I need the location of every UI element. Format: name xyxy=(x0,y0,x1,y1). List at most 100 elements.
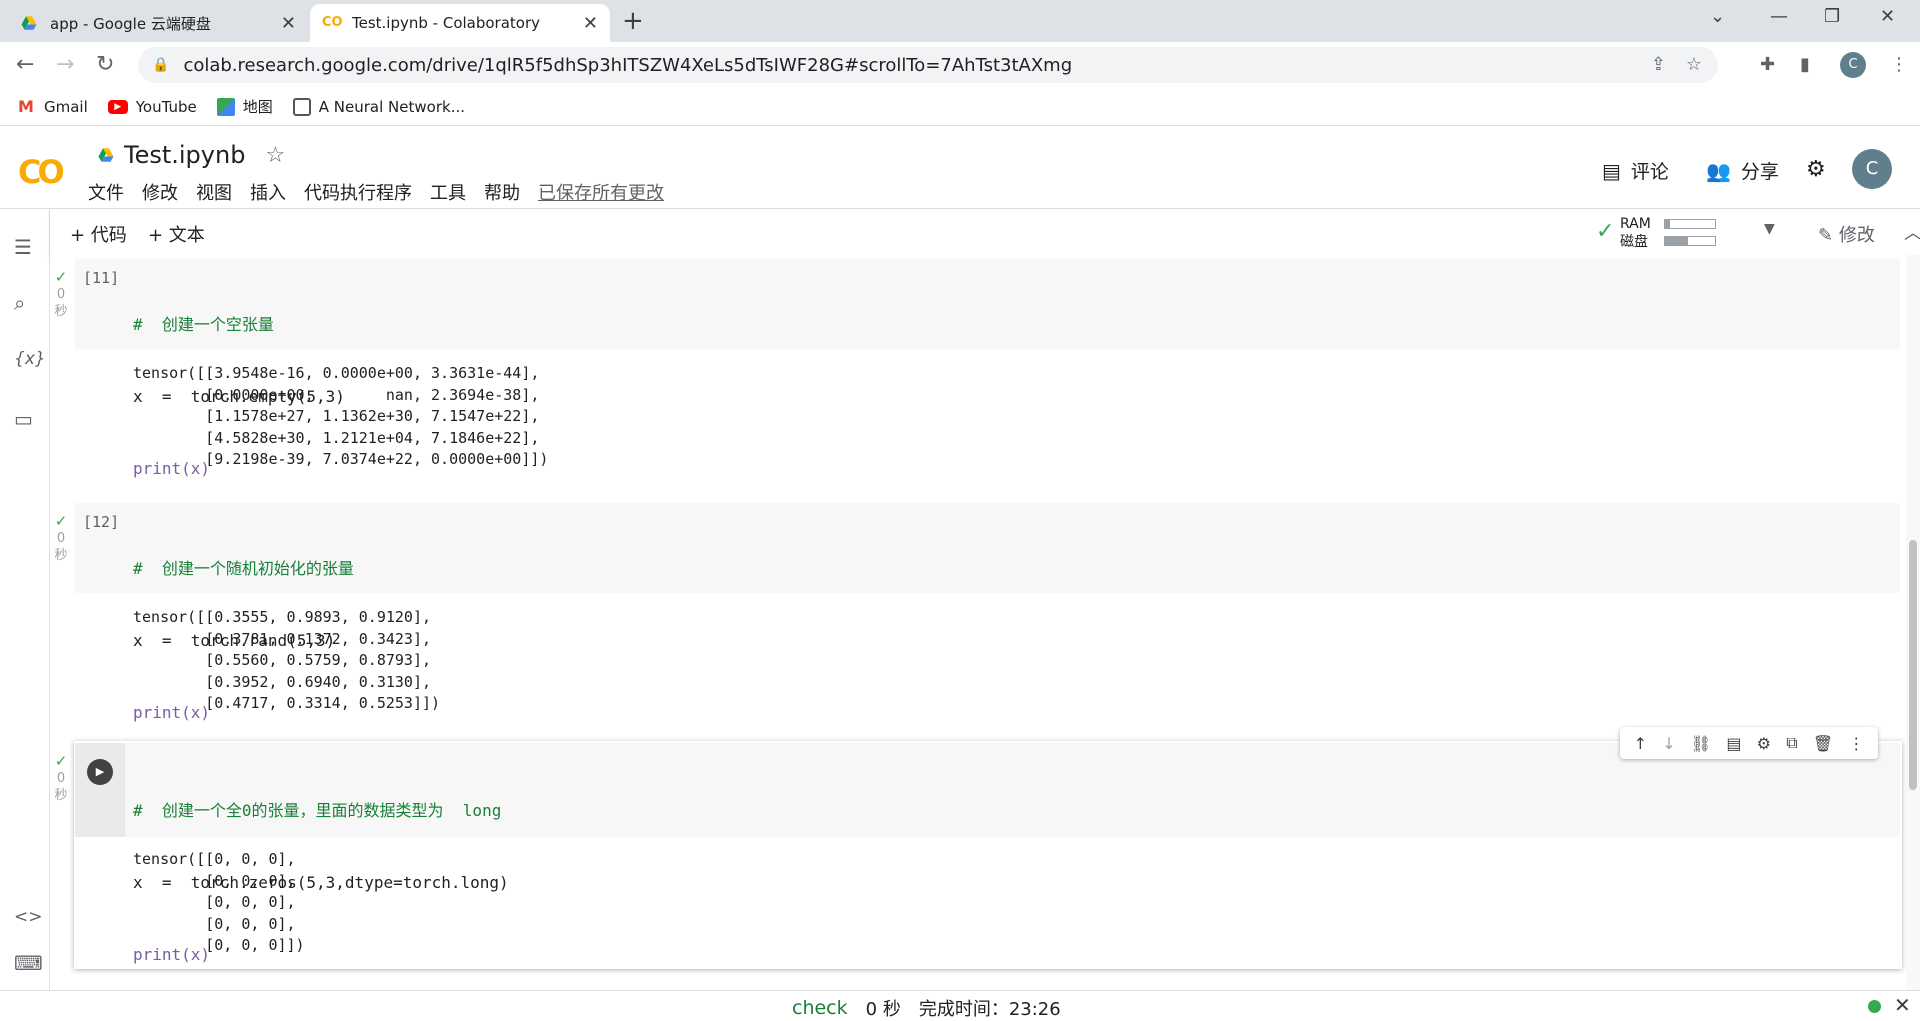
execution-count: [12] xyxy=(83,513,120,531)
settings-gear-icon[interactable]: ⚙ xyxy=(1757,734,1771,753)
bookmark-maps[interactable]: 地图 xyxy=(216,96,273,117)
ram-usage-bar xyxy=(1665,219,1670,228)
notebook-toolbar: + 代码 + 文本 ✓ RAM 磁盘 ▼ ✎ 修改 ︿ xyxy=(50,209,1920,255)
notebook-cells: ✓ 0 秒 [11] # 创建一个空张量 x = torch.empty(5,3… xyxy=(50,255,1906,990)
menu-tools[interactable]: 工具 xyxy=(430,179,466,205)
resource-monitor[interactable]: RAM 磁盘 xyxy=(1620,215,1716,250)
command-palette-icon[interactable]: ⌨ xyxy=(14,951,43,975)
restore-icon[interactable]: ❐ xyxy=(1824,6,1840,27)
tab-search-icon[interactable]: ⌄ xyxy=(1710,6,1725,27)
bookmark-youtube[interactable]: ▶ YouTube xyxy=(107,97,197,116)
add-text-button[interactable]: + 文本 xyxy=(148,221,205,247)
menu-help[interactable]: 帮助 xyxy=(484,179,520,205)
share-label: 分享 xyxy=(1740,161,1779,183)
tab-google-drive[interactable]: app - Google 云端硬盘 ✕ xyxy=(8,4,308,42)
settings-gear-icon[interactable]: ⚙ xyxy=(1806,157,1826,182)
new-tab-icon[interactable]: + xyxy=(622,6,644,36)
disk-label: 磁盘 xyxy=(1620,233,1648,250)
comment-icon[interactable]: ▤ xyxy=(1726,734,1741,753)
link-icon[interactable]: ⛓ xyxy=(1691,734,1711,753)
bookmark-label: YouTube xyxy=(135,97,197,116)
side-panel-icon[interactable]: ▮ xyxy=(1800,54,1810,75)
code-editor[interactable] xyxy=(75,259,1900,349)
address-bar[interactable]: 🔒 colab.research.google.com/drive/1qlR5f… xyxy=(138,47,1718,83)
files-folder-icon[interactable]: ▭ xyxy=(14,407,33,431)
code-cell[interactable]: ✓ 0 秒 [11] # 创建一个空张量 x = torch.empty(5,3… xyxy=(50,255,1906,495)
move-up-icon[interactable]: ↑ xyxy=(1634,734,1647,753)
comment-button[interactable]: ▤ 评论 xyxy=(1602,157,1669,184)
bookmark-star-icon[interactable]: ☆ xyxy=(1686,54,1702,75)
chevron-down-icon[interactable]: ▼ xyxy=(1764,221,1775,237)
reload-icon[interactable]: ↻ xyxy=(96,52,114,77)
chevron-up-icon[interactable]: ︿ xyxy=(1904,219,1920,245)
browser-menu-icon[interactable]: ⋮ xyxy=(1890,54,1908,75)
url-text: colab.research.google.com/drive/1qlR5f5d… xyxy=(183,54,1073,76)
add-code-button[interactable]: + 代码 xyxy=(70,221,127,247)
code-comment: # 创建一个随机初始化的张量 xyxy=(133,559,354,578)
exec-unit: 秒 xyxy=(54,788,68,803)
run-cell-button[interactable]: ▶ xyxy=(87,759,113,785)
cell-output: tensor([[0, 0, 0], [0, 0, 0], [0, 0, 0],… xyxy=(133,850,305,955)
check-icon: ✓ xyxy=(54,268,68,286)
left-sidebar: ☰ ⌕ {x} ▭ <> ⌨ xyxy=(0,209,50,990)
saved-status[interactable]: 已保存所有更改 xyxy=(538,179,664,205)
execution-count: [11] xyxy=(83,269,120,287)
move-down-icon[interactable]: ↓ xyxy=(1662,734,1675,753)
menu-bar: 文件 修改 视图 插入 代码执行程序 工具 帮助 已保存所有更改 xyxy=(88,179,682,205)
minimize-icon[interactable]: — xyxy=(1770,6,1788,27)
edit-mode-button[interactable]: ✎ 修改 xyxy=(1818,221,1875,247)
table-of-contents-icon[interactable]: ☰ xyxy=(14,235,32,259)
browser-profile-avatar[interactable]: C xyxy=(1840,52,1866,78)
more-options-icon[interactable]: ⋮ xyxy=(1848,734,1864,753)
tab-colab[interactable]: CO Test.ipynb - Colaboratory ✕ xyxy=(310,4,610,42)
menu-view[interactable]: 视图 xyxy=(196,179,232,205)
execution-status: ✓ 0 秒 xyxy=(54,269,68,320)
close-tab-icon[interactable]: ✕ xyxy=(583,13,598,34)
edit-label: 修改 xyxy=(1838,225,1875,246)
status-bar: check 0 秒 完成时间：23:26 ✕ xyxy=(0,990,1920,1020)
account-avatar[interactable]: C xyxy=(1852,149,1892,189)
forward-icon[interactable]: → xyxy=(56,52,74,77)
tab-title: app - Google 云端硬盘 xyxy=(50,14,211,33)
code-snippets-icon[interactable]: <> xyxy=(14,907,43,927)
search-icon[interactable]: ⌕ xyxy=(14,291,25,315)
star-icon[interactable]: ☆ xyxy=(265,143,285,168)
menu-runtime[interactable]: 代码执行程序 xyxy=(304,179,412,205)
mirror-cell-icon[interactable]: ⧉ xyxy=(1786,733,1797,753)
notebook-scrollbar[interactable] xyxy=(1906,255,1920,990)
exec-unit: 秒 xyxy=(54,304,68,319)
notebook-name[interactable]: Test.ipynb xyxy=(124,141,245,169)
menu-file[interactable]: 文件 xyxy=(88,179,124,205)
scrollbar-thumb[interactable] xyxy=(1909,540,1917,790)
bookmark-neural-network[interactable]: A Neural Network... xyxy=(292,97,465,116)
cell-toolbar-floating: ↑ ↓ ⛓ ▤ ⚙ ⧉ 🗑 ⋮ xyxy=(1620,727,1878,759)
share-button[interactable]: 👥 分享 xyxy=(1706,157,1779,184)
google-drive-icon[interactable] xyxy=(96,146,116,164)
menu-edit[interactable]: 修改 xyxy=(142,179,178,205)
comment-icon: ▤ xyxy=(1602,158,1621,183)
variables-icon[interactable]: {x} xyxy=(14,349,46,369)
bookmark-label: A Neural Network... xyxy=(318,97,465,116)
close-window-icon[interactable]: ✕ xyxy=(1880,6,1895,27)
menu-insert[interactable]: 插入 xyxy=(250,179,286,205)
share-page-icon[interactable]: ⇪ xyxy=(1651,54,1666,75)
neural-network-icon xyxy=(292,97,311,116)
close-icon[interactable]: ✕ xyxy=(1894,993,1911,1017)
connection-status-icon xyxy=(1868,1000,1881,1013)
run-gutter xyxy=(75,743,125,837)
bookmark-label: Gmail xyxy=(44,97,88,116)
lock-icon: 🔒 xyxy=(152,57,170,73)
bookmark-gmail[interactable]: M Gmail xyxy=(18,97,88,116)
close-tab-icon[interactable]: ✕ xyxy=(281,13,296,34)
code-cell-active[interactable]: ▶ ✓ 0 秒 # 创建一个全0的张量，里面的数据类型为 long x = to… xyxy=(50,741,1906,981)
colab-logo-icon[interactable]: CO xyxy=(18,153,65,191)
delete-icon[interactable]: 🗑 xyxy=(1813,734,1833,753)
extensions-icon[interactable]: ✚ xyxy=(1760,54,1775,75)
code-cell[interactable]: ✓ 0 秒 [12] # 创建一个随机初始化的张量 x = torch.rand… xyxy=(50,499,1906,739)
back-icon[interactable]: ← xyxy=(16,52,34,77)
exec-time: 0 xyxy=(56,287,66,302)
colab-header: CO Test.ipynb ☆ 文件 修改 视图 插入 代码执行程序 工具 帮助… xyxy=(0,127,1920,209)
cell-output: tensor([[3.9548e-16, 0.0000e+00, 3.3631e… xyxy=(133,364,549,469)
exec-time: 0 xyxy=(56,771,66,786)
exec-unit: 秒 xyxy=(54,548,68,563)
